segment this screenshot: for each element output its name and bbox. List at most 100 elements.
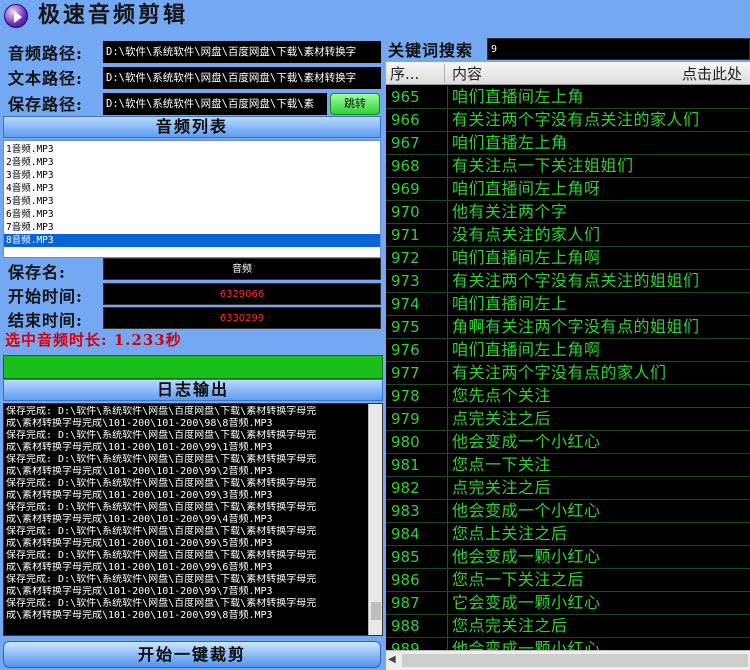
log-scrollbar[interactable] <box>368 404 382 635</box>
table-row[interactable]: 985 他会变成一颗小红心 <box>386 546 750 569</box>
audio-list[interactable]: 1音频.MP3 2音频.MP3 3音频.MP3 4音频.MP3 5音频.MP3 6音频.M… <box>3 140 381 258</box>
table-row[interactable]: 979 点完关注之后 <box>386 408 750 431</box>
cell-separator <box>447 615 448 637</box>
start-time-field[interactable]: 6329066 <box>103 283 381 305</box>
row-content: 有关注两个字没有点关注的家人们 <box>452 110 700 129</box>
row-content: 他会变成一个小红心 <box>452 432 601 451</box>
cell-separator <box>447 316 448 338</box>
table-row[interactable]: 968 有关注点一下关注姐姐们 <box>386 155 750 178</box>
table-row[interactable]: 980 他会变成一个小红心 <box>386 431 750 454</box>
jump-button[interactable]: 跳转 <box>330 93 380 115</box>
row-content: 您点一下关注之后 <box>452 570 585 589</box>
table-row[interactable]: 983 他会变成一个小红心 <box>386 500 750 523</box>
cell-separator <box>447 454 448 476</box>
row-content: 咱们直播左上角 <box>452 133 568 152</box>
row-content: 他会变成一个小红心 <box>452 501 601 520</box>
column-header-content[interactable]: 内容 <box>452 63 482 84</box>
cell-separator <box>447 109 448 131</box>
log-line: 保存完成: D:\软件\系统软件\网盘\百度网盘\下载\素材转换字母完 <box>6 598 317 609</box>
table-row[interactable]: 976 咱们直播间左上角啊 <box>386 339 750 362</box>
audio-list-item[interactable]: 4音频.MP3 <box>4 182 380 195</box>
audio-list-item[interactable]: 3音频.MP3 <box>4 169 380 182</box>
keyword-search-input[interactable] <box>487 38 750 60</box>
cell-separator <box>447 385 448 407</box>
start-crop-button[interactable]: 开始一键裁剪 <box>3 641 381 668</box>
row-content: 有关注两个字没有点关注的姐姐们 <box>452 271 700 290</box>
cell-separator <box>447 431 448 453</box>
column-header-hint[interactable]: 点击此处 <box>682 63 742 84</box>
cell-separator <box>447 155 448 177</box>
table-row[interactable]: 988 您点完关注之后 <box>386 615 750 638</box>
table-horizontal-scrollbar[interactable]: ◀ <box>386 650 750 670</box>
row-number: 985 <box>391 548 420 566</box>
column-divider[interactable] <box>444 64 445 83</box>
table-row[interactable]: 972 咱们直播间左上角啊 <box>386 247 750 270</box>
row-content: 您先点个关注 <box>452 386 552 405</box>
cell-separator <box>447 592 448 614</box>
log-output[interactable]: 保存完成: D:\软件\系统软件\网盘\百度网盘\下载\素材转换字母完 成\素材转… <box>3 403 383 636</box>
log-scroll-thumb[interactable] <box>371 602 381 620</box>
scroll-left-icon[interactable]: ◀ <box>388 654 396 665</box>
row-number: 975 <box>391 318 420 336</box>
log-title: 日志输出 <box>3 379 383 401</box>
save-name-field[interactable]: 音频 <box>103 258 381 280</box>
cell-separator <box>447 201 448 223</box>
row-content: 点完关注之后 <box>452 409 552 428</box>
table-row[interactable]: 977 有关注两个字没有点的家人们 <box>386 362 750 385</box>
save-path-field[interactable]: D:\软件\系统软件\网盘\百度网盘\下载\素 <box>103 93 327 115</box>
row-number: 974 <box>391 295 420 313</box>
row-number: 965 <box>391 88 420 106</box>
table-row[interactable]: 975 角啊有关注两个字没有点的姐姐们 <box>386 316 750 339</box>
row-content: 没有点关注的家人们 <box>452 225 601 244</box>
cell-separator <box>447 247 448 269</box>
cell-separator <box>447 293 448 315</box>
row-content: 点完关注之后 <box>452 478 552 497</box>
row-number: 973 <box>391 272 420 290</box>
row-number: 976 <box>391 341 420 359</box>
table-row[interactable]: 965 咱们直播间左上角 <box>386 86 750 109</box>
log-line: 成\素材转换字母完成\101-200\101-200\99\7音频.MP3 <box>6 586 273 597</box>
table-scroll-thumb[interactable] <box>402 654 748 667</box>
row-content: 您点完关注之后 <box>452 616 568 635</box>
transcript-table: 序... 内容 点击此处 965 咱们直播间左上角 966 有关注两个字没有点关注的家… <box>386 62 750 670</box>
audio-list-item[interactable]: 5音频.MP3 <box>4 195 380 208</box>
cell-separator <box>447 477 448 499</box>
log-line: 保存完成: D:\软件\系统软件\网盘\百度网盘\下载\素材转换字母完 <box>6 454 317 465</box>
table-row[interactable]: 974 咱们直播间左上 <box>386 293 750 316</box>
audio-list-item[interactable]: 8音频.MP3 <box>4 234 380 247</box>
row-content: 他会变成一颗小红心 <box>452 547 601 566</box>
table-row[interactable]: 969 咱们直播间左上角呀 <box>386 178 750 201</box>
audio-list-item[interactable]: 1音频.MP3 <box>4 143 380 156</box>
row-number: 981 <box>391 456 420 474</box>
table-row[interactable]: 978 您先点个关注 <box>386 385 750 408</box>
end-time-field[interactable]: 6330299 <box>103 307 381 329</box>
text-path-field[interactable]: D:\软件\系统软件\网盘\百度网盘\下载\素材转换字 <box>103 67 381 89</box>
table-row[interactable]: 971 没有点关注的家人们 <box>386 224 750 247</box>
row-content: 您点上关注之后 <box>452 524 568 543</box>
row-number: 968 <box>391 157 420 175</box>
column-header-seq[interactable]: 序... <box>390 63 419 84</box>
table-row[interactable]: 973 有关注两个字没有点关注的姐姐们 <box>386 270 750 293</box>
row-content: 您点一下关注 <box>452 455 552 474</box>
audio-list-item[interactable]: 6音频.MP3 <box>4 208 380 221</box>
cell-separator <box>447 408 448 430</box>
table-row[interactable]: 982 点完关注之后 <box>386 477 750 500</box>
row-number: 971 <box>391 226 420 244</box>
audio-list-item[interactable]: 2音频.MP3 <box>4 156 380 169</box>
table-row[interactable]: 986 您点一下关注之后 <box>386 569 750 592</box>
end-time-label: 结束时间: <box>8 311 83 330</box>
row-number: 970 <box>391 203 420 221</box>
start-time-label: 开始时间: <box>8 287 83 306</box>
table-row[interactable]: 966 有关注两个字没有点关注的家人们 <box>386 109 750 132</box>
audio-path-field[interactable]: D:\软件\系统软件\网盘\百度网盘\下载\素材转换字 <box>103 41 381 63</box>
audio-list-item[interactable]: 7音频.MP3 <box>4 221 380 234</box>
row-number: 984 <box>391 525 420 543</box>
save-name-label: 保存名: <box>8 263 66 282</box>
log-line: 成\素材转换字母完成\101-200\101-200\99\5音频.MP3 <box>6 538 273 549</box>
table-row[interactable]: 970 他有关注两个字 <box>386 201 750 224</box>
table-row[interactable]: 981 您点一下关注 <box>386 454 750 477</box>
table-row[interactable]: 984 您点上关注之后 <box>386 523 750 546</box>
table-row[interactable]: 967 咱们直播左上角 <box>386 132 750 155</box>
row-content: 角啊有关注两个字没有点的姐姐们 <box>452 317 700 336</box>
table-row[interactable]: 987 它会变成一颗小红心 <box>386 592 750 615</box>
